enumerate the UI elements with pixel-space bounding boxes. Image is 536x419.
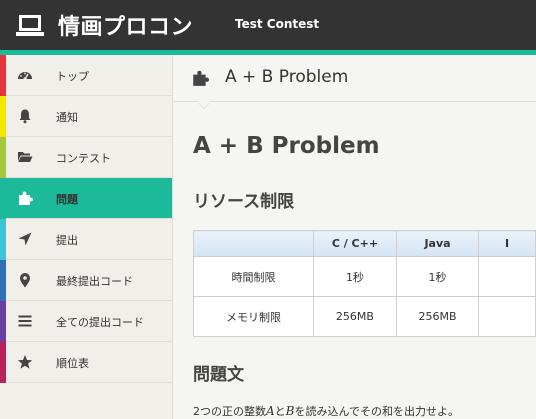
location-arrow-icon	[18, 232, 32, 246]
table-row: メモリ制限 256MB 256MB	[192, 296, 536, 337]
table-header-row: C / C++ Java Ι	[192, 230, 536, 257]
sidebar-item-label: 問題	[56, 193, 78, 206]
breadcrumb: A + B Problem	[174, 55, 536, 102]
problem-statement: 2つの正の整数AとBを読み込んでその和を出力せよ。	[193, 403, 459, 419]
table-cell: 1秒	[313, 256, 397, 297]
sidebar: トップ 通知 コンテスト 問題 提出 最終提出コード 全ての提出コード 順位表	[0, 55, 173, 419]
breadcrumb-title: A + B Problem	[225, 67, 349, 87]
sidebar-item-all-submissions[interactable]: 全ての提出コード	[0, 301, 172, 342]
sidebar-item-label: トップ	[56, 70, 89, 83]
table-cell: 1秒	[395, 256, 480, 297]
sidebar-item-standings[interactable]: 順位表	[0, 342, 172, 383]
sidebar-item-label: 提出	[56, 234, 78, 247]
statement-text: を読み込んでその和を出力せよ。	[294, 405, 459, 418]
sidebar-item-problems[interactable]: 問題	[0, 178, 172, 219]
math-variable-b: B	[285, 404, 295, 418]
math-variable-a: A	[266, 404, 275, 418]
sidebar-item-label: 順位表	[56, 357, 89, 370]
sidebar-item-label: 通知	[56, 111, 78, 124]
star-icon	[17, 355, 33, 369]
list-icon	[18, 315, 32, 327]
resource-limits-table: C / C++ Java Ι 時間制限 1秒 1秒 メモリ制限 256MB 25…	[192, 230, 536, 337]
sidebar-stripe	[0, 55, 6, 96]
table-cell: 256MB	[395, 296, 480, 337]
table-cell: 256MB	[313, 296, 397, 337]
table-row: 時間制限 1秒 1秒	[192, 256, 536, 297]
contest-name[interactable]: Test Contest	[235, 17, 319, 31]
table-cell: メモリ制限	[192, 296, 315, 337]
breadcrumb-notch-inner	[197, 101, 211, 108]
sidebar-item-label: 最終提出コード	[56, 275, 133, 288]
puzzle-icon	[19, 191, 33, 205]
page-title: A + B Problem	[193, 133, 380, 159]
sidebar-item-top[interactable]: トップ	[0, 55, 172, 96]
sidebar-stripe	[0, 260, 6, 301]
dashboard-icon	[18, 72, 32, 81]
sidebar-item-submit[interactable]: 提出	[0, 219, 172, 260]
statement-heading: 問題文	[193, 365, 244, 385]
table-cell	[478, 256, 536, 297]
table-cell	[478, 296, 536, 337]
sidebar-item-notifications[interactable]: 通知	[0, 96, 172, 137]
sidebar-item-label: 全ての提出コード	[56, 316, 144, 329]
sidebar-stripe	[0, 219, 6, 260]
table-header-cell	[192, 230, 315, 257]
statement-text: と	[274, 405, 286, 418]
sidebar-stripe	[0, 96, 6, 137]
site-title[interactable]: 情画プロコン	[58, 9, 193, 41]
statement-text: 2つの正の整数	[193, 405, 266, 418]
sidebar-stripe	[0, 178, 6, 219]
table-header-cell: C / C++	[313, 230, 397, 257]
sidebar-stripe	[0, 301, 6, 342]
sidebar-item-contest[interactable]: コンテスト	[0, 137, 172, 178]
main-content: A + B Problem A + B Problem リソース制限 C / C…	[174, 55, 536, 419]
sidebar-item-last-submission[interactable]: 最終提出コード	[0, 260, 172, 301]
sidebar-stripe	[0, 137, 6, 178]
header-bar: 情画プロコン Test Contest	[0, 0, 536, 50]
bell-icon	[19, 109, 31, 124]
sidebar-stripe	[0, 342, 6, 383]
table-header-cell: Java	[395, 230, 480, 257]
laptop-icon[interactable]	[16, 13, 44, 39]
resources-heading: リソース制限	[193, 192, 295, 212]
table-cell: 時間制限	[192, 256, 315, 297]
map-marker-icon	[20, 273, 30, 288]
folder-open-icon	[18, 152, 33, 162]
sidebar-item-label: コンテスト	[56, 152, 111, 165]
table-header-cell: Ι	[478, 230, 536, 257]
puzzle-icon	[193, 70, 209, 86]
